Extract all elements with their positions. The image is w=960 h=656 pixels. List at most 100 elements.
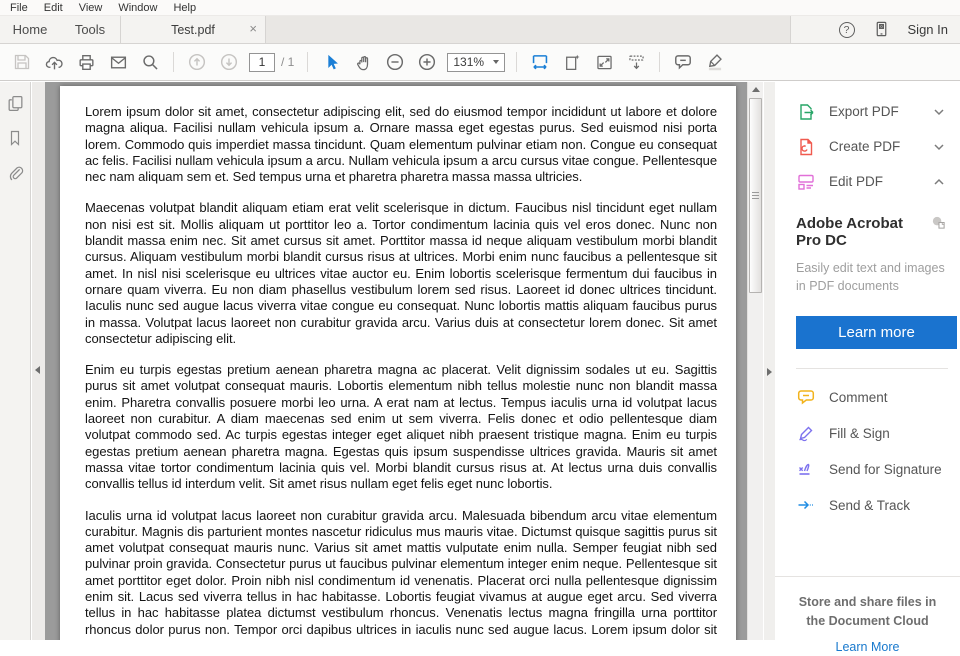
sign-in-button[interactable]: Sign In xyxy=(908,22,948,37)
hand-tool-icon xyxy=(354,53,373,72)
tool-label: Export PDF xyxy=(829,104,899,119)
attachments-icon[interactable] xyxy=(4,162,26,184)
tab-group-left: Home Tools xyxy=(0,16,121,43)
toolbar-divider xyxy=(516,52,517,72)
highlight-icon xyxy=(705,52,725,72)
comment-tool-button[interactable] xyxy=(670,49,696,75)
chevron-up-icon xyxy=(932,175,946,189)
triangle-up-icon xyxy=(752,87,760,92)
menu-window[interactable]: Window xyxy=(110,2,165,14)
tool-edit-pdf[interactable]: Edit PDF xyxy=(775,164,960,199)
menu-edit[interactable]: Edit xyxy=(36,2,71,14)
reading-mode-icon xyxy=(563,53,582,72)
page-thumbnails-icon[interactable] xyxy=(4,92,26,114)
tab-bar-right: ? Sign In xyxy=(790,16,960,43)
next-page-icon xyxy=(219,52,239,72)
tool-fill-sign[interactable]: Fill & Sign xyxy=(775,415,960,451)
export-pdf-icon xyxy=(796,102,816,122)
print-icon xyxy=(77,53,96,72)
tool-label: Edit PDF xyxy=(829,174,883,189)
mobile-device-icon[interactable] xyxy=(873,21,890,38)
menu-file[interactable]: File xyxy=(2,2,36,14)
panel-divider xyxy=(775,576,960,577)
hand-tool-button[interactable] xyxy=(350,49,376,75)
print-button[interactable] xyxy=(73,49,99,75)
zoom-in-icon xyxy=(417,52,437,72)
toolbar-divider xyxy=(307,52,308,72)
paragraph: Lorem ipsum dolor sit amet, consectetur … xyxy=(85,104,717,185)
tab-bar: Home Tools Test.pdf × ? Sign In xyxy=(0,16,960,44)
chevron-down-icon xyxy=(932,105,946,119)
vertical-scrollbar[interactable] xyxy=(747,82,763,640)
help-icon[interactable]: ? xyxy=(839,22,855,38)
find-button[interactable] xyxy=(137,49,163,75)
toolbar-dropdown-icon xyxy=(627,53,646,72)
create-pdf-icon xyxy=(796,137,816,157)
fill-sign-icon xyxy=(796,423,816,443)
next-page-button[interactable] xyxy=(216,49,242,75)
fit-width-button[interactable] xyxy=(527,49,553,75)
tools-panel: Export PDF Create PDF Edit PDF Adobe Acr… xyxy=(775,82,960,640)
scrollbar-grip xyxy=(752,192,759,199)
page-number-input[interactable] xyxy=(249,53,275,72)
page-count-label: / 1 xyxy=(281,55,294,69)
promo-title: Adobe Acrobat Pro DC xyxy=(796,215,931,249)
toolbar-dropdown-button[interactable] xyxy=(623,49,649,75)
learn-more-button[interactable]: Learn more xyxy=(796,316,957,349)
highlight-tool-button[interactable] xyxy=(702,49,728,75)
select-tool-button[interactable] xyxy=(318,49,344,75)
tab-document-label: Test.pdf xyxy=(171,23,215,37)
collapse-left-arrow-icon[interactable] xyxy=(35,366,40,374)
acrobat-pro-promo: Adobe Acrobat Pro DC Easily edit text an… xyxy=(775,199,960,369)
email-button[interactable] xyxy=(105,49,131,75)
tool-comment[interactable]: Comment xyxy=(775,379,960,415)
save-button[interactable] xyxy=(9,49,35,75)
scrollbar-thumb[interactable] xyxy=(749,98,762,293)
reading-mode-button[interactable] xyxy=(559,49,585,75)
share-upload-button[interactable] xyxy=(41,49,67,75)
promo-description: Easily edit text and images in PDF docum… xyxy=(796,259,952,295)
pro-dc-badge-icon xyxy=(931,215,946,230)
footer-learn-more-link[interactable]: Learn More xyxy=(836,640,900,654)
edit-pdf-icon xyxy=(796,172,816,192)
paragraph: Iaculis urna id volutpat lacus laoreet n… xyxy=(85,508,717,640)
collapse-right-arrow-icon[interactable] xyxy=(767,368,772,376)
previous-page-button[interactable] xyxy=(184,49,210,75)
tab-document[interactable]: Test.pdf × xyxy=(121,16,266,43)
tool-send-for-signature[interactable]: Send for Signature xyxy=(775,451,960,487)
email-icon xyxy=(109,53,128,72)
tool-label: Send for Signature xyxy=(829,462,942,477)
scroll-up-button[interactable] xyxy=(748,82,763,97)
toolbar-divider xyxy=(173,52,174,72)
tool-send-track[interactable]: Send & Track xyxy=(775,487,960,523)
chevron-down-icon xyxy=(493,60,499,64)
send-signature-icon xyxy=(796,459,816,479)
zoom-out-icon xyxy=(385,52,405,72)
save-icon xyxy=(13,53,31,71)
document-cloud-footer: Store and share files in the Document Cl… xyxy=(775,576,960,656)
left-panel-collapse-strip xyxy=(32,82,45,640)
tool-label: Create PDF xyxy=(829,139,900,154)
bookmarks-icon[interactable] xyxy=(4,127,26,149)
zoom-in-button[interactable] xyxy=(414,49,440,75)
paragraph: Maecenas volutpat blandit aliquam etiam … xyxy=(85,200,717,347)
zoom-level-dropdown[interactable]: 131% xyxy=(447,53,505,72)
tab-tools[interactable]: Tools xyxy=(60,16,120,43)
tool-label: Fill & Sign xyxy=(829,426,890,441)
tool-export-pdf[interactable]: Export PDF xyxy=(775,94,960,129)
zoom-out-button[interactable] xyxy=(382,49,408,75)
document-canvas: Lorem ipsum dolor sit amet, consectetur … xyxy=(32,82,747,640)
chevron-down-icon xyxy=(932,140,946,154)
menu-bar: File Edit View Window Help xyxy=(0,0,960,16)
fullscreen-icon xyxy=(595,53,614,72)
paragraph: Enim eu turpis egestas pretium aenean ph… xyxy=(85,362,717,492)
fullscreen-button[interactable] xyxy=(591,49,617,75)
tab-home[interactable]: Home xyxy=(0,16,60,43)
right-panel-collapse-strip xyxy=(764,82,775,640)
close-icon[interactable]: × xyxy=(249,21,257,37)
menu-help[interactable]: Help xyxy=(165,2,204,14)
tool-create-pdf[interactable]: Create PDF xyxy=(775,129,960,164)
footer-text: Store and share files in the Document Cl… xyxy=(775,593,960,631)
zoom-level-value: 131% xyxy=(453,55,484,69)
menu-view[interactable]: View xyxy=(71,2,111,14)
